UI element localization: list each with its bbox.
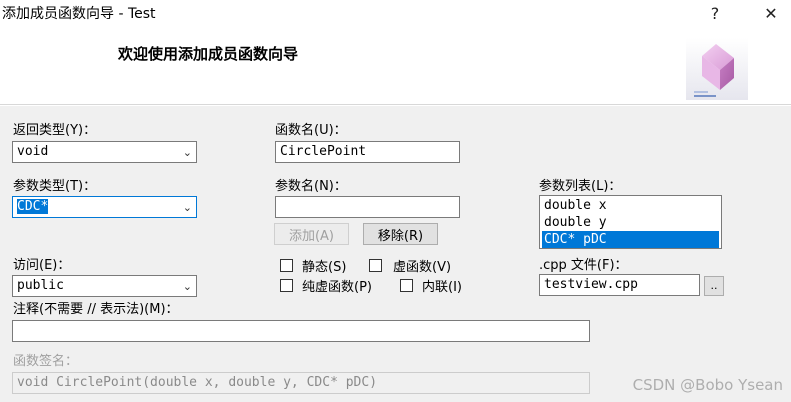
wizard-logo-icon xyxy=(686,38,748,100)
pure-virtual-checkbox-label: 纯虚函数(P) xyxy=(302,280,372,295)
param-name-label: 参数名(N)： xyxy=(275,179,347,194)
pure-virtual-checkbox[interactable] xyxy=(280,279,293,292)
close-button[interactable]: ✕ xyxy=(748,0,791,26)
param-type-combo[interactable]: CDC* ⌄ xyxy=(12,196,197,218)
signature-field: void CirclePoint(double x, double y, CDC… xyxy=(12,372,590,394)
access-label: 访问(E)： xyxy=(13,258,71,273)
param-name-input[interactable] xyxy=(275,196,460,218)
add-param-button[interactable]: 添加(A) xyxy=(274,223,349,245)
access-combo[interactable]: public ⌄ xyxy=(12,275,197,297)
signature-label: 函数签名： xyxy=(13,354,79,369)
param-type-label: 参数类型(T)： xyxy=(13,179,97,194)
browse-button[interactable]: .. xyxy=(704,276,724,296)
close-icon: ✕ xyxy=(764,3,778,23)
return-type-combo[interactable]: void ⌄ xyxy=(12,141,197,163)
remove-param-button[interactable]: 移除(R) xyxy=(363,223,438,245)
param-type-value: CDC* xyxy=(17,199,49,214)
comment-label: 注释(不需要 // 表示法)(M)： xyxy=(13,302,179,317)
inline-checkbox-label: 内联(I) xyxy=(422,280,462,295)
inline-checkbox[interactable] xyxy=(400,279,413,292)
static-checkbox[interactable] xyxy=(280,259,293,272)
comment-input[interactable] xyxy=(12,320,590,342)
list-item-selected[interactable]: CDC* pDC xyxy=(542,231,719,248)
cpp-file-label: .cpp 文件(F)： xyxy=(539,258,628,273)
return-type-label: 返回类型(Y)： xyxy=(13,123,97,138)
help-button[interactable]: ? xyxy=(692,0,738,26)
param-list-label: 参数列表(L)： xyxy=(539,179,622,194)
wizard-header xyxy=(0,26,791,105)
param-listbox[interactable]: double x double y CDC* pDC xyxy=(539,195,722,249)
function-name-input[interactable]: CirclePoint xyxy=(275,141,460,163)
return-type-value: void xyxy=(17,144,49,159)
watermark: CSDN @Bobo Ysean xyxy=(632,376,783,394)
static-checkbox-label: 静态(S) xyxy=(302,260,347,275)
chevron-down-icon: ⌄ xyxy=(182,201,192,214)
cpp-file-input[interactable]: testview.cpp xyxy=(539,274,700,296)
chevron-down-icon: ⌄ xyxy=(182,280,192,293)
virtual-checkbox[interactable] xyxy=(369,259,382,272)
function-name-label: 函数名(U)： xyxy=(275,123,347,138)
window-title: 添加成员函数向导 - Test xyxy=(2,6,156,22)
access-value: public xyxy=(17,278,64,293)
welcome-heading: 欢迎使用添加成员函数向导 xyxy=(118,45,299,63)
list-item[interactable]: double y xyxy=(542,214,719,231)
virtual-checkbox-label: 虚函数(V) xyxy=(393,260,452,275)
chevron-down-icon: ⌄ xyxy=(182,146,192,159)
help-icon: ? xyxy=(710,3,720,23)
list-item[interactable]: double x xyxy=(542,197,719,214)
